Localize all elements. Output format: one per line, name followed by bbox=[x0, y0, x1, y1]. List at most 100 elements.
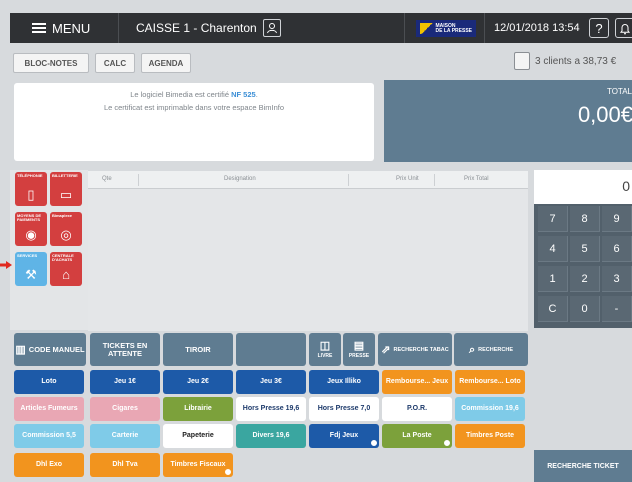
agenda-button[interactable]: AGENDA bbox=[141, 53, 191, 73]
menu-label: MENU bbox=[52, 20, 91, 36]
key-1[interactable]: 1 bbox=[538, 266, 568, 292]
product-button-dhl-tva[interactable]: Dhl Tva bbox=[90, 453, 160, 477]
ticketing-button[interactable]: BILLETTERIE ▭ bbox=[50, 172, 82, 206]
product-button-rembourse-jeux[interactable]: Rembourse... Jeux bbox=[382, 370, 452, 394]
product-button-jeux-illiko[interactable]: Jeux Illiko bbox=[309, 370, 379, 394]
manual-code-label: CODE MANUEL bbox=[28, 344, 85, 354]
column-divider bbox=[434, 174, 435, 186]
divider bbox=[404, 13, 405, 43]
product-button-jeu-1[interactable]: Jeu 1€ bbox=[90, 370, 160, 394]
numeric-keypad: 7 8 9 4 5 6 1 2 3 C 0 - bbox=[534, 204, 632, 328]
register-selector[interactable]: CAISSE 1 - Charenton bbox=[136, 13, 281, 43]
key-4[interactable]: 4 bbox=[538, 236, 568, 262]
product-button-jeu-2[interactable]: Jeu 2€ bbox=[163, 370, 233, 394]
bimaplexe-button[interactable]: Bimaplexe ◎ bbox=[50, 212, 82, 246]
column-divider bbox=[138, 174, 139, 186]
product-button-papeterie[interactable]: Papeterie bbox=[163, 424, 233, 448]
payment-icon: ◉ bbox=[25, 227, 37, 242]
tobacco-search-label: RECHERCHE TABAC bbox=[393, 346, 449, 353]
notes-button[interactable]: BLOC-NOTES bbox=[13, 53, 89, 73]
keypad-display-value: 0 bbox=[622, 178, 630, 194]
options-dot-icon bbox=[225, 469, 231, 475]
press-button[interactable]: ▤ PRESSE bbox=[343, 333, 375, 366]
product-button-articles-fumeurs[interactable]: Articles Fumeurs bbox=[14, 397, 84, 421]
product-button-cigares[interactable]: Cigares bbox=[90, 397, 160, 421]
product-button-timbres-poste[interactable]: Timbres Poste bbox=[455, 424, 525, 448]
key-9[interactable]: 9 bbox=[602, 206, 632, 232]
bell-icon[interactable] bbox=[615, 18, 632, 38]
column-divider bbox=[348, 174, 349, 186]
key-0[interactable]: 0 bbox=[570, 296, 600, 322]
divider bbox=[484, 13, 485, 43]
document-icon bbox=[514, 52, 530, 70]
book-label: LIVRE bbox=[317, 352, 333, 359]
product-button-hors-presse-19-6[interactable]: Hors Presse 19,6 bbox=[236, 397, 306, 421]
newspaper-icon: ▤ bbox=[353, 339, 365, 352]
search-ticket-button[interactable]: RECHERCHE TICKET bbox=[534, 450, 632, 482]
product-button-carterie[interactable]: Carterie bbox=[90, 424, 160, 448]
payment-means-button[interactable]: MOYENS DE PAIEMENTS ◉ bbox=[15, 212, 47, 246]
product-button-hors-presse-7-0[interactable]: Hors Presse 7,0 bbox=[309, 397, 379, 421]
pending-tickets-button[interactable]: TICKETS EN ATTENTE bbox=[90, 333, 160, 366]
key-5[interactable]: 5 bbox=[570, 236, 600, 262]
user-icon[interactable] bbox=[262, 19, 281, 37]
info-line2: Le certificat est imprimable dans votre … bbox=[103, 103, 285, 112]
book-button[interactable]: ◫ LIVRE bbox=[309, 333, 341, 366]
product-button-rembourse-loto[interactable]: Rembourse... Loto bbox=[455, 370, 525, 394]
services-icon: ⚒ bbox=[25, 267, 37, 282]
info-message: Le logiciel Bimedia est certifié NF 525.… bbox=[14, 83, 374, 161]
key-clear[interactable]: C bbox=[538, 296, 568, 322]
product-button-fdj-jeux[interactable]: Fdj Jeux bbox=[309, 424, 379, 448]
product-button-dhl-exo[interactable]: Dhl Exo bbox=[14, 453, 84, 477]
help-icon[interactable]: ? bbox=[589, 18, 609, 38]
product-button-divers-19-6[interactable]: Divers 19,6 bbox=[236, 424, 306, 448]
key-2[interactable]: 2 bbox=[570, 266, 600, 292]
key-6[interactable]: 6 bbox=[602, 236, 632, 262]
press-label: PRESSE bbox=[348, 352, 370, 359]
calc-button[interactable]: CALC bbox=[95, 53, 135, 73]
clients-summary-text: 3 clients a 38,73 € bbox=[535, 55, 617, 67]
telephony-button[interactable]: TÉLÉPHONIE ▯ bbox=[15, 172, 47, 206]
column-total-price: Prix Total bbox=[464, 176, 489, 182]
product-button-commission-19-6[interactable]: Commission 19,6 bbox=[455, 397, 525, 421]
ticket-table[interactable]: Qte Designation Prix Unit Prix Total bbox=[88, 171, 528, 331]
empty-nav-button[interactable] bbox=[236, 333, 306, 366]
top-bar: MENU CAISSE 1 - Charenton MAISON DE LA P… bbox=[10, 13, 632, 43]
key-3[interactable]: 3 bbox=[602, 266, 632, 292]
ticket-icon: ▭ bbox=[59, 187, 73, 202]
product-button-commission-5-5[interactable]: Commission 5,5 bbox=[14, 424, 84, 448]
search-icon: ⌕ bbox=[468, 343, 476, 356]
menu-button[interactable]: MENU bbox=[10, 13, 118, 43]
key-7[interactable]: 7 bbox=[538, 206, 568, 232]
basket-icon: ⌂ bbox=[62, 267, 70, 282]
swirl-icon: ◎ bbox=[60, 227, 72, 242]
tobacco-search-button[interactable]: ⇗ RECHERCHE TABAC bbox=[378, 333, 452, 366]
ticket-table-header: Qte Designation Prix Unit Prix Total bbox=[88, 171, 528, 189]
product-button-loto[interactable]: Loto bbox=[14, 370, 84, 394]
key-8[interactable]: 8 bbox=[570, 206, 600, 232]
total-label: TOTAL bbox=[606, 87, 632, 96]
product-button-librairie[interactable]: Librairie bbox=[163, 397, 233, 421]
product-button-la-poste[interactable]: La Poste bbox=[382, 424, 452, 448]
column-quantity: Qte bbox=[102, 176, 112, 182]
purchasing-center-button[interactable]: CENTRALE D'ACHATS ⌂ bbox=[50, 252, 82, 286]
services-button[interactable]: SERVICES ⚒ bbox=[15, 252, 47, 286]
options-dot-icon bbox=[444, 440, 450, 446]
product-button-p-o-r[interactable]: P.O.R. bbox=[382, 397, 452, 421]
column-unit-price: Prix Unit bbox=[396, 176, 419, 182]
clients-summary[interactable]: 3 clients a 38,73 € bbox=[514, 52, 616, 70]
divider bbox=[118, 13, 119, 43]
certification-label: NF 525 bbox=[231, 90, 256, 99]
total-panel: TOTAL 0,00€ bbox=[384, 80, 632, 162]
product-button-timbres-fiscaux[interactable]: Timbres Fiscaux bbox=[163, 453, 233, 477]
drawer-button[interactable]: TIROIR bbox=[163, 333, 233, 366]
register-label: CAISSE 1 - Charenton bbox=[136, 21, 257, 35]
column-designation: Designation bbox=[224, 176, 256, 182]
options-dot-icon bbox=[371, 440, 377, 446]
manual-code-button[interactable]: ▥ CODE MANUEL bbox=[14, 333, 86, 366]
search-button[interactable]: ⌕ RECHERCHE bbox=[454, 333, 528, 366]
info-line1-prefix: Le logiciel Bimedia est certifié bbox=[130, 90, 232, 99]
book-icon: ◫ bbox=[319, 339, 331, 352]
product-button-jeu-3[interactable]: Jeu 3€ bbox=[236, 370, 306, 394]
key-minus[interactable]: - bbox=[602, 296, 632, 322]
